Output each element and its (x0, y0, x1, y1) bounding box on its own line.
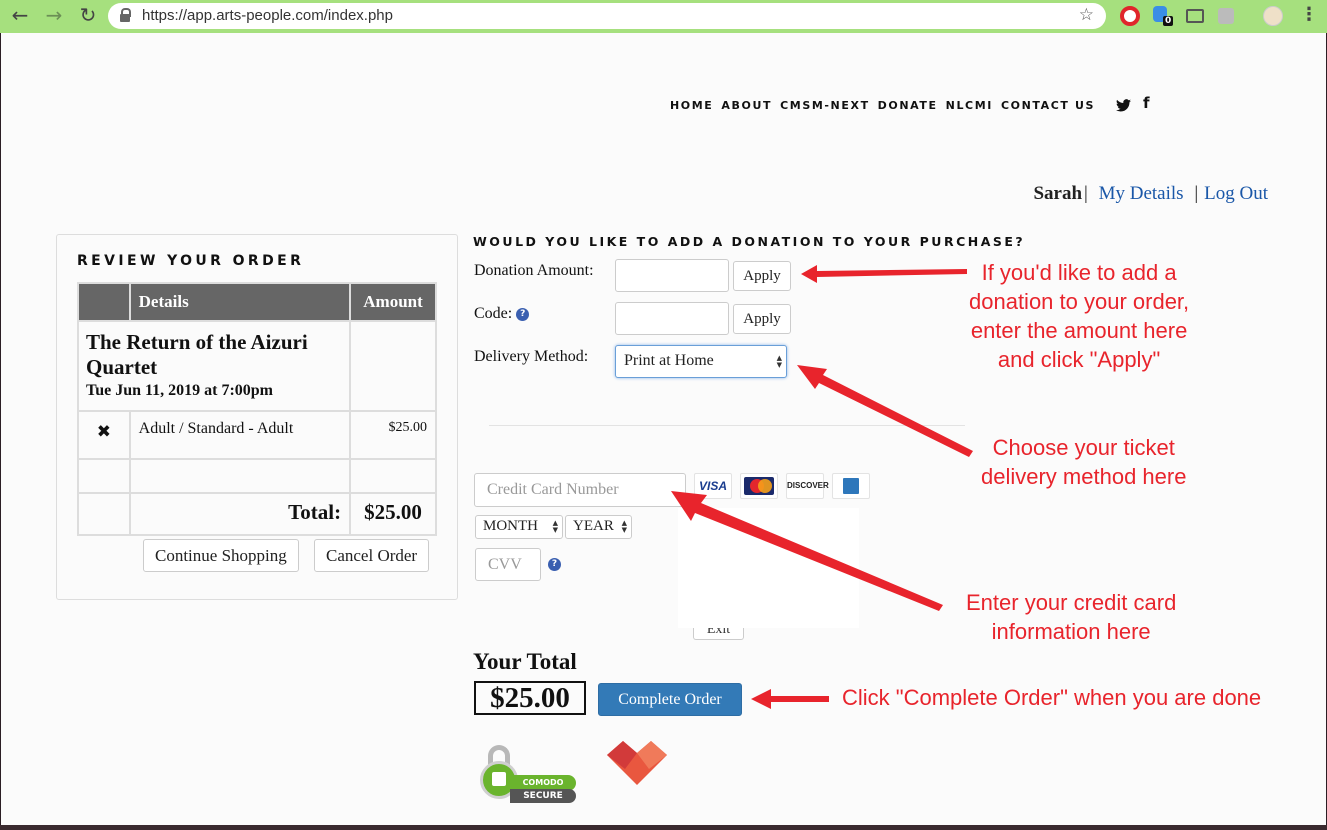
ticket-price: $25.00 (349, 410, 437, 460)
user-bar: Sarah | My Details | Log Out (1033, 183, 1268, 204)
total-row: Total: $25.00 (77, 492, 437, 536)
nav-contact-us[interactable]: CONTACT US (1001, 99, 1095, 112)
remove-item-icon[interactable]: ✖ (77, 410, 131, 460)
cvv-help-icon[interactable]: ? (548, 558, 561, 571)
annotation-complete: Click "Complete Order" when you are done (842, 685, 1262, 710)
menu-kebab-icon[interactable]: ⋮ (1300, 4, 1318, 25)
heart-logo-icon (607, 741, 667, 785)
cast-icon[interactable] (1186, 9, 1204, 23)
year-select[interactable]: YEAR ▲ ▼ (565, 515, 632, 539)
table-row: ✖ Adult / Standard - Adult $25.00 (77, 410, 437, 460)
cancel-order-button[interactable]: Cancel Order (314, 539, 430, 572)
code-input[interactable] (615, 302, 729, 335)
total-value: $25.00 (349, 492, 437, 536)
col-amount: Amount (349, 282, 437, 322)
continue-shopping-button[interactable]: Continue Shopping (143, 539, 299, 572)
page-bottom-edge (0, 825, 1327, 830)
code-help-icon[interactable]: ? (516, 308, 530, 321)
bookmark-star-icon[interactable]: ☆ (1079, 5, 1094, 25)
delivery-method-label: Delivery Method: (474, 348, 589, 365)
donation-heading: WOULD YOU LIKE TO ADD A DONATION TO YOUR… (473, 234, 1026, 249)
credit-card-input[interactable]: Credit Card Number (474, 473, 686, 507)
nav-cmsm-next[interactable]: CMSM-NEXT (780, 99, 870, 112)
ticket-tier: Adult / Standard - Adult (128, 410, 352, 460)
donation-amount-label: Donation Amount: (474, 262, 594, 279)
cvv-input[interactable]: CVV (475, 548, 541, 581)
event-title: The Return of the Aizuri Quartet (86, 330, 308, 379)
back-icon[interactable]: ← (8, 3, 32, 27)
annotation-delivery: Choose your ticket delivery method here (981, 435, 1187, 489)
comodo-secure-badge: COMODO SECURE (480, 745, 578, 803)
review-title: REVIEW YOUR ORDER (77, 253, 305, 269)
review-order-panel: REVIEW YOUR ORDER Details Amount The Ret… (56, 234, 458, 600)
nav-about[interactable]: ABOUT (721, 99, 772, 112)
apply-donation-button[interactable]: Apply (733, 261, 791, 291)
your-total-label: Your Total (473, 649, 577, 674)
arrow-complete (751, 689, 829, 709)
annotation-card: Enter your credit card information here (966, 590, 1177, 644)
card-info-popup (678, 508, 859, 628)
arrow-donation (801, 265, 967, 283)
url-text: https://app.arts-people.com/index.php (142, 7, 393, 24)
donation-amount-input[interactable] (615, 259, 729, 292)
user-name: Sarah (1033, 183, 1083, 204)
forward-icon[interactable]: → (42, 3, 66, 27)
delivery-method-select[interactable]: Print at Home ▲ ▼ (615, 345, 787, 378)
complete-order-button[interactable]: Complete Order (598, 683, 742, 716)
order-table: Details Amount The Return of the Aizuri … (76, 282, 437, 536)
nav-nlcmi[interactable]: NLCMI (946, 99, 993, 112)
event-row: The Return of the Aizuri Quartet Tue Jun… (76, 320, 437, 412)
my-details-link[interactable]: My Details (1099, 183, 1184, 204)
twitter-icon[interactable] (1116, 99, 1131, 112)
col-details: Details (128, 282, 352, 322)
nav-home[interactable]: HOME (670, 99, 713, 112)
annotation-donation: If you'd like to add a donation to your … (969, 260, 1190, 372)
facebook-icon[interactable]: f (1143, 94, 1150, 112)
table-header: Details Amount (77, 282, 437, 322)
discover-icon: DISCOVER (786, 473, 829, 499)
divider (489, 425, 965, 426)
page: HOME ABOUT CMSM-NEXT DONATE NLCMI CONTACT US … (1, 33, 1326, 825)
nav-donate[interactable]: DONATE (878, 99, 938, 112)
event-date: Tue Jun 11, 2019 at 7:00pm (86, 382, 273, 399)
log-out-link[interactable]: Log Out (1204, 183, 1268, 204)
code-label: Code: ? (474, 305, 530, 323)
profile-avatar[interactable] (1263, 6, 1283, 26)
extension-badge: 0 (1163, 16, 1174, 26)
apply-code-button[interactable]: Apply (733, 304, 791, 334)
address-bar[interactable]: https://app.arts-people.com/index.php ☆ (108, 3, 1106, 29)
arrow-delivery (797, 365, 973, 457)
your-total-value: $25.00 (474, 681, 586, 715)
select-arrows-icon: ▲ ▼ (776, 353, 782, 369)
opera-extension-icon[interactable] (1120, 6, 1140, 26)
month-select[interactable]: MONTH ▲ ▼ (475, 515, 563, 539)
empty-row (77, 458, 437, 494)
extension-icon-2[interactable] (1218, 8, 1234, 24)
mastercard-icon (740, 473, 778, 499)
browser-toolbar: ← → ↻ https://app.arts-people.com/index.… (0, 0, 1327, 33)
top-navigation: HOME ABOUT CMSM-NEXT DONATE NLCMI CONTACT US (670, 99, 1103, 112)
lock-icon (120, 8, 131, 22)
amex-icon (832, 473, 870, 499)
visa-icon: VISA (694, 473, 732, 499)
total-label: Total: (128, 492, 352, 536)
reload-icon[interactable]: ↻ (76, 3, 100, 27)
